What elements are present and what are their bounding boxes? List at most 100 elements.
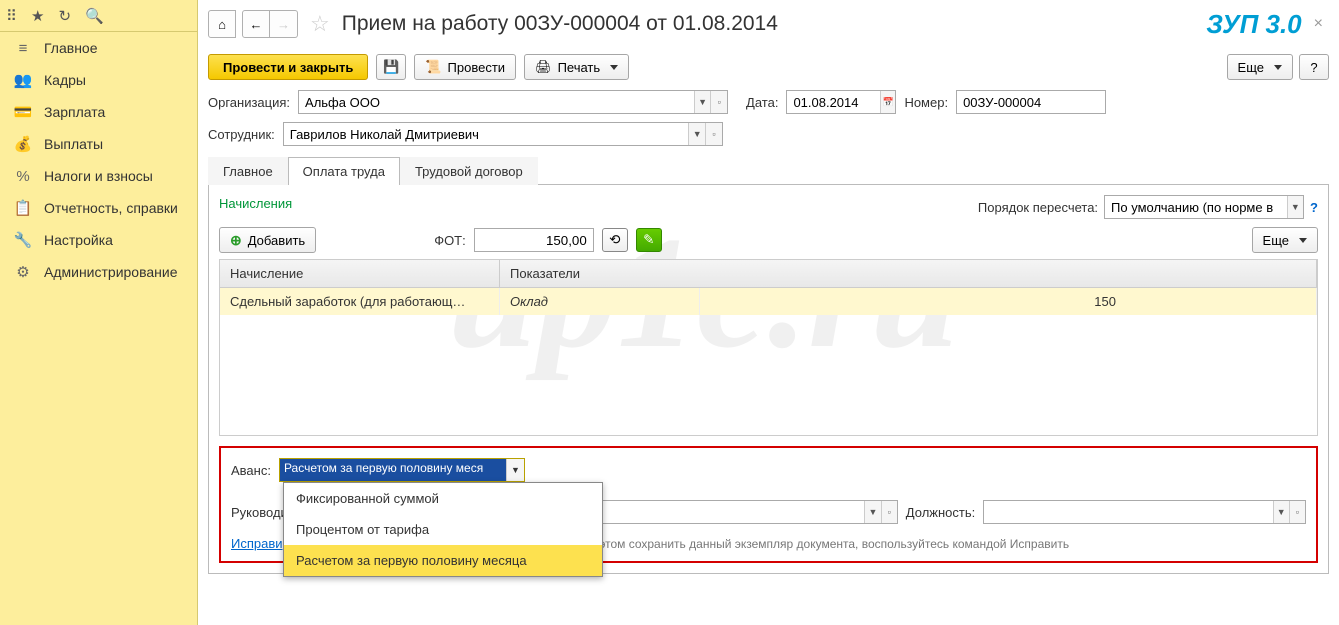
post-button[interactable]: 📜Провести (414, 54, 516, 80)
employee-combo[interactable]: ▼ ▫ (283, 122, 723, 146)
cell-value: 150 (700, 288, 1317, 315)
tab-payment[interactable]: Оплата труда (288, 157, 400, 185)
nav-icon: 💰 (14, 135, 32, 153)
avans-combo[interactable]: Расчетом за первую половину меся ▼ (279, 458, 525, 482)
manager-combo[interactable]: ▼ ▫ (568, 500, 898, 524)
close-button[interactable]: × (1308, 15, 1329, 33)
dropdown-icon[interactable]: ▼ (864, 501, 880, 523)
avans-option-fixed[interactable]: Фиксированной суммой (284, 483, 602, 514)
favorite-star-icon[interactable]: ☆ (310, 11, 330, 37)
dropdown-icon[interactable]: ▼ (506, 459, 524, 481)
sidebar-item-0[interactable]: ≡ Главное (0, 32, 197, 64)
date-field[interactable]: 📅 (786, 90, 896, 114)
employee-input[interactable] (284, 123, 689, 145)
help-link[interactable]: ? (1310, 200, 1318, 215)
number-label: Номер: (904, 95, 948, 110)
apply-button[interactable]: ✎ (636, 228, 662, 252)
dropdown-icon[interactable]: ▼ (1273, 501, 1289, 523)
nav-label: Настройка (44, 232, 113, 248)
table-more-button[interactable]: Еще (1252, 227, 1318, 253)
org-label: Организация: (208, 95, 290, 110)
dropdown-icon[interactable]: ▼ (1287, 196, 1304, 218)
calendar-icon[interactable]: 📅 (880, 91, 895, 113)
recalc-order-label: Порядок пересчета: (978, 200, 1098, 215)
number-input[interactable] (957, 91, 1105, 113)
print-button[interactable]: 🖨Печать (524, 54, 629, 80)
col-accrual: Начисление (220, 260, 500, 287)
save-button[interactable]: 💾 (376, 54, 406, 80)
nav-label: Зарплата (44, 104, 105, 120)
org-input[interactable] (299, 91, 694, 113)
dropdown-icon[interactable]: ▼ (694, 91, 711, 113)
open-icon[interactable]: ▫ (1289, 501, 1305, 523)
sidebar-item-4[interactable]: %Налоги и взносы (0, 160, 197, 192)
refresh-button[interactable]: ⟲ (602, 228, 628, 252)
employee-label: Сотрудник: (208, 127, 275, 142)
open-icon[interactable]: ▫ (710, 91, 727, 113)
sidebar-item-2[interactable]: 💳 Зарплата (0, 96, 197, 128)
date-label: Дата: (746, 95, 778, 110)
nav-label: Администрирование (44, 264, 178, 280)
fot-input[interactable] (474, 228, 594, 252)
more-button[interactable]: Еще (1227, 54, 1293, 80)
manager-input[interactable] (569, 501, 865, 523)
main-toolbar: Провести и закрыть 💾 📜Провести 🖨Печать Е… (208, 48, 1329, 86)
apps-icon[interactable]: ⠿ (6, 7, 17, 25)
recalc-order-input[interactable] (1105, 196, 1287, 218)
cell-indicator: Оклад (500, 288, 700, 315)
open-icon[interactable]: ▫ (705, 123, 722, 145)
dropdown-icon[interactable]: ▼ (688, 123, 705, 145)
nav-label: Кадры (44, 72, 86, 88)
avans-option-percent[interactable]: Процентом от тарифа (284, 514, 602, 545)
avans-dropdown: Фиксированной суммой Процентом от тарифа… (283, 482, 603, 577)
help-button[interactable]: ? (1299, 54, 1329, 80)
recalc-order-combo[interactable]: ▼ (1104, 195, 1304, 219)
date-input[interactable] (787, 91, 880, 113)
open-icon[interactable]: ▫ (881, 501, 897, 523)
add-button[interactable]: ⊕Добавить (219, 227, 316, 253)
post-and-close-button[interactable]: Провести и закрыть (208, 54, 368, 80)
nav-icon: ≡ (14, 39, 32, 57)
sidebar-item-5[interactable]: 📋Отчетность, справки (0, 192, 197, 224)
manager-label: Руководи (231, 505, 288, 520)
position-input[interactable] (984, 501, 1272, 523)
org-combo[interactable]: ▼ ▫ (298, 90, 728, 114)
main-area: up1c.ru ⌂ ← → ☆ Прием на работу 00ЗУ-000… (198, 0, 1339, 625)
nav-icon: 💳 (14, 103, 32, 121)
sidebar-item-6[interactable]: 🔧 Настройка (0, 224, 197, 256)
history-icon[interactable]: ↻ (58, 7, 71, 25)
avans-option-calc[interactable]: Расчетом за первую половину месяца (284, 545, 602, 576)
tabs: Главное Оплата труда Трудовой договор (208, 156, 1329, 185)
tab-main[interactable]: Главное (208, 157, 288, 185)
correct-hint: ри этом сохранить данный экземпляр докум… (583, 537, 1070, 551)
sidebar-item-1[interactable]: 👥 Кадры (0, 64, 197, 96)
col-indicators: Показатели (500, 260, 1317, 287)
version-label: ЗУП 3.0 (1206, 9, 1301, 40)
star-icon[interactable]: ★ (31, 7, 44, 25)
avans-label: Аванс: (231, 463, 271, 478)
avans-value: Расчетом за первую половину меся (280, 459, 506, 481)
number-field[interactable] (956, 90, 1106, 114)
table-row[interactable]: Сдельный заработок (для работающ… Оклад … (220, 288, 1317, 315)
cell-accrual-name: Сдельный заработок (для работающ… (220, 288, 500, 315)
correct-link[interactable]: Исправи (231, 536, 283, 551)
sidebar-item-3[interactable]: 💰 Выплаты (0, 128, 197, 160)
nav-icon: 👥 (14, 71, 32, 89)
plus-icon: ⊕ (230, 232, 242, 249)
tab-contract[interactable]: Трудовой договор (400, 157, 538, 185)
nav-icon: 🔧 (14, 231, 32, 249)
position-combo[interactable]: ▼ ▫ (983, 500, 1306, 524)
sidebar-item-7[interactable]: ⚙ Администрирование (0, 256, 197, 288)
back-button[interactable]: ← (242, 10, 270, 38)
nav-label: Налоги и взносы (44, 168, 153, 184)
forward-button[interactable]: → (270, 10, 298, 38)
fot-label: ФОТ: (434, 233, 466, 248)
avans-highlight-area: Аванс: Расчетом за первую половину меся … (219, 446, 1318, 563)
home-button[interactable]: ⌂ (208, 10, 236, 38)
nav-icon: ⚙ (14, 263, 32, 281)
position-label: Должность: (906, 505, 975, 520)
nav-label: Главное (44, 40, 98, 56)
titlebar: ⌂ ← → ☆ Прием на работу 00ЗУ-000004 от 0… (208, 0, 1329, 48)
search-icon[interactable]: 🔍 (85, 7, 104, 25)
nav-label: Выплаты (44, 136, 103, 152)
